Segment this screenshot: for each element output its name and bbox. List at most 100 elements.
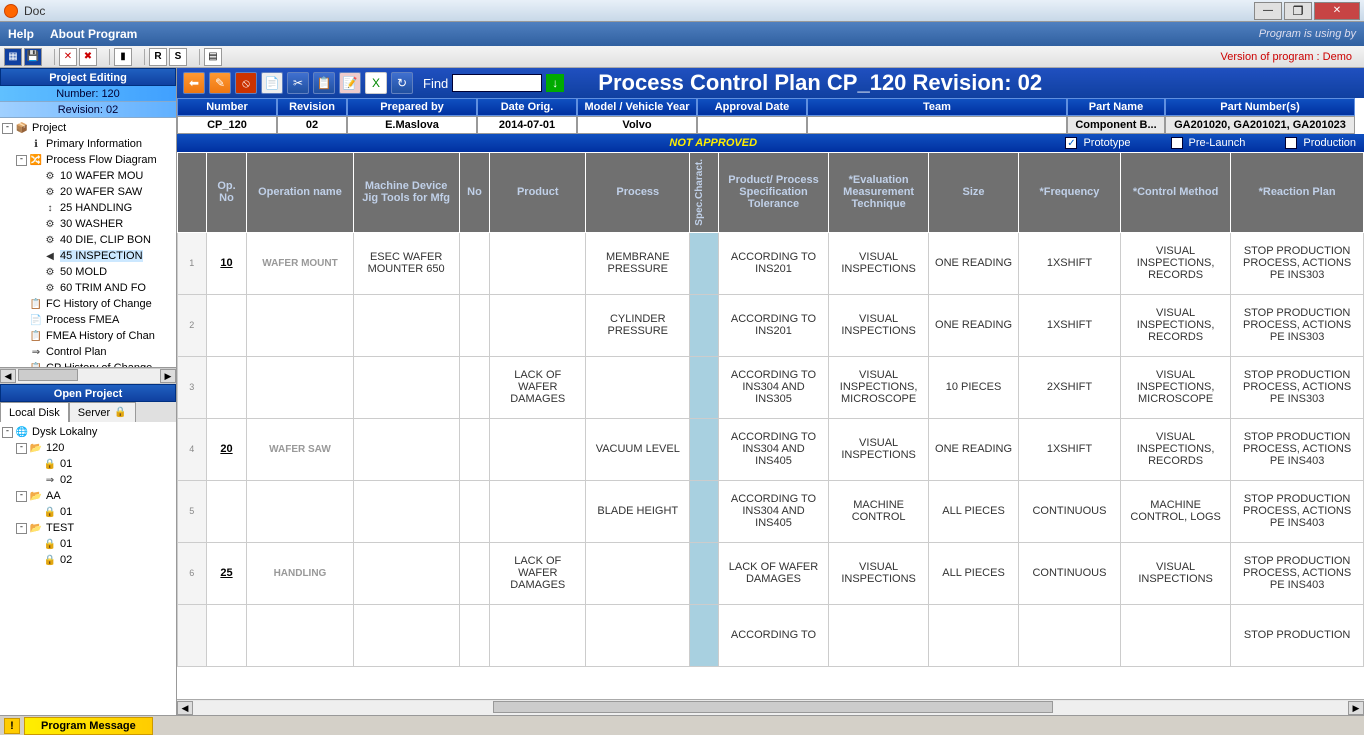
tree-toggle-icon[interactable]: -: [2, 123, 13, 134]
project-revision[interactable]: Revision: 02: [0, 102, 176, 118]
meta-value-cell[interactable]: Volvo: [577, 116, 697, 134]
table-cell[interactable]: [353, 418, 459, 480]
tree-toggle-icon[interactable]: -: [16, 155, 27, 166]
tree-item[interactable]: -🌐Dysk Lokalny: [2, 424, 174, 440]
table-cell[interactable]: [690, 604, 719, 666]
table-cell[interactable]: [1018, 604, 1120, 666]
column-header[interactable]: Op. No: [206, 153, 247, 233]
table-row[interactable]: 625HANDLINGLACK OF WAFER DAMAGESLACK OF …: [178, 542, 1364, 604]
table-cell[interactable]: VACUUM LEVEL: [586, 418, 690, 480]
table-cell[interactable]: [929, 604, 1019, 666]
table-cell[interactable]: WAFER SAW: [247, 418, 353, 480]
table-cell[interactable]: HANDLING: [247, 542, 353, 604]
table-cell[interactable]: VISUAL INSPECTIONS, RECORDS: [1121, 294, 1231, 356]
table-cell[interactable]: [459, 356, 490, 418]
table-cell[interactable]: VISUAL INSPECTIONS: [1121, 542, 1231, 604]
meta-value-cell[interactable]: CP_120: [177, 116, 277, 134]
table-cell[interactable]: ALL PIECES: [929, 542, 1019, 604]
data-table-wrap[interactable]: Op. NoOperation nameMachine Device Jig T…: [177, 152, 1364, 699]
tree-item[interactable]: ⚙50 MOLD: [2, 264, 174, 280]
table-cell[interactable]: [690, 480, 719, 542]
table-cell[interactable]: [459, 418, 490, 480]
table-cell[interactable]: [353, 356, 459, 418]
tree-item[interactable]: -📦Project: [2, 120, 174, 136]
toolbar-s-icon[interactable]: S: [169, 48, 187, 66]
toolbar-bar-icon[interactable]: ▮: [114, 48, 132, 66]
table-cell[interactable]: 25: [206, 542, 247, 604]
table-cell[interactable]: LACK OF WAFER DAMAGES: [718, 542, 828, 604]
table-cell[interactable]: 2XSHIFT: [1018, 356, 1120, 418]
table-cell[interactable]: CONTINUOUS: [1018, 480, 1120, 542]
table-cell[interactable]: [459, 604, 490, 666]
table-cell[interactable]: [490, 604, 586, 666]
toolbar-r-icon[interactable]: R: [149, 48, 167, 66]
table-cell[interactable]: [206, 604, 247, 666]
table-row[interactable]: 420WAFER SAWVACUUM LEVELACCORDING TO INS…: [178, 418, 1364, 480]
table-cell[interactable]: [353, 480, 459, 542]
table-cell[interactable]: [586, 604, 690, 666]
tree-item[interactable]: -📂120: [2, 440, 174, 456]
tree-item[interactable]: 📄Process FMEA: [2, 312, 174, 328]
table-cell[interactable]: [586, 542, 690, 604]
table-cell[interactable]: [690, 232, 719, 294]
phase-checkbox-production[interactable]: Production: [1285, 137, 1356, 149]
table-cell[interactable]: 1XSHIFT: [1018, 418, 1120, 480]
table-cell[interactable]: 4: [178, 418, 207, 480]
table-cell[interactable]: STOP PRODUCTION PROCESS, ACTIONS PE INS4…: [1231, 480, 1364, 542]
table-cell[interactable]: [459, 294, 490, 356]
table-cell[interactable]: MACHINE CONTROL: [829, 480, 929, 542]
column-header[interactable]: No: [459, 153, 490, 233]
tree-item[interactable]: 🔒01: [2, 504, 174, 520]
table-cell[interactable]: 3: [178, 356, 207, 418]
tree-item[interactable]: 🔒01: [2, 456, 174, 472]
tree-item[interactable]: 📋CP History of Change: [2, 360, 174, 368]
hscroll-right-icon[interactable]: ▶: [1348, 701, 1364, 715]
tree-toggle-icon[interactable]: -: [2, 427, 13, 438]
table-cell[interactable]: VISUAL INSPECTIONS, MICROSCOPE: [829, 356, 929, 418]
tree-item[interactable]: -📂AA: [2, 488, 174, 504]
column-header[interactable]: Size: [929, 153, 1019, 233]
table-cell[interactable]: [247, 480, 353, 542]
tree-item[interactable]: ⇒Control Plan: [2, 344, 174, 360]
table-cell[interactable]: [247, 604, 353, 666]
table-cell[interactable]: VISUAL INSPECTIONS: [829, 232, 929, 294]
table-cell[interactable]: [459, 542, 490, 604]
tab-server[interactable]: Server🔒: [69, 402, 136, 422]
table-cell[interactable]: [206, 356, 247, 418]
table-cell[interactable]: ONE READING: [929, 418, 1019, 480]
table-cell[interactable]: [586, 356, 690, 418]
tree-hscroll[interactable]: ◀ ▶: [0, 368, 176, 384]
ct-cut-icon[interactable]: ✂: [287, 72, 309, 94]
find-go-button[interactable]: ↓: [546, 74, 564, 92]
tree-item[interactable]: -🔀Process Flow Diagram: [2, 152, 174, 168]
tree-item[interactable]: 🔒02: [2, 552, 174, 568]
ct-excel-icon[interactable]: X: [365, 72, 387, 94]
ct-refresh-icon[interactable]: ↻: [391, 72, 413, 94]
table-cell[interactable]: VISUAL INSPECTIONS, RECORDS: [1121, 232, 1231, 294]
tree-item[interactable]: ⚙60 TRIM AND FO: [2, 280, 174, 296]
table-cell[interactable]: [490, 418, 586, 480]
toolbar-save-icon[interactable]: 💾: [24, 48, 42, 66]
table-cell[interactable]: 5: [178, 480, 207, 542]
table-row[interactable]: ACCORDING TOSTOP PRODUCTION: [178, 604, 1364, 666]
table-cell[interactable]: BLADE HEIGHT: [586, 480, 690, 542]
toolbar-close2-icon[interactable]: ✖: [79, 48, 97, 66]
table-cell[interactable]: [247, 294, 353, 356]
tree-item[interactable]: -📂TEST: [2, 520, 174, 536]
ct-back-icon[interactable]: ⬅: [183, 72, 205, 94]
table-cell[interactable]: STOP PRODUCTION PROCESS, ACTIONS PE INS4…: [1231, 542, 1364, 604]
meta-value-cell[interactable]: GA201020, GA201021, GA201023: [1165, 116, 1355, 134]
tree-item[interactable]: ⚙40 DIE, CLIP BON: [2, 232, 174, 248]
toolbar-grid-icon[interactable]: ▤: [204, 48, 222, 66]
ct-edit-icon[interactable]: ✎: [209, 72, 231, 94]
table-cell[interactable]: VISUAL INSPECTIONS, RECORDS: [1121, 418, 1231, 480]
tree-item[interactable]: ⚙20 WAFER SAW: [2, 184, 174, 200]
disk-tree[interactable]: -🌐Dysk Lokalny-📂120🔒01⇒02-📂AA🔒01-📂TEST🔒0…: [0, 422, 176, 715]
menu-help[interactable]: Help: [8, 27, 34, 41]
table-cell[interactable]: [459, 480, 490, 542]
table-cell[interactable]: ONE READING: [929, 294, 1019, 356]
table-cell[interactable]: [459, 232, 490, 294]
table-row[interactable]: 2CYLINDER PRESSUREACCORDING TO INS201VIS…: [178, 294, 1364, 356]
hscroll-left-icon[interactable]: ◀: [177, 701, 193, 715]
meta-value-cell[interactable]: E.Maslova: [347, 116, 477, 134]
